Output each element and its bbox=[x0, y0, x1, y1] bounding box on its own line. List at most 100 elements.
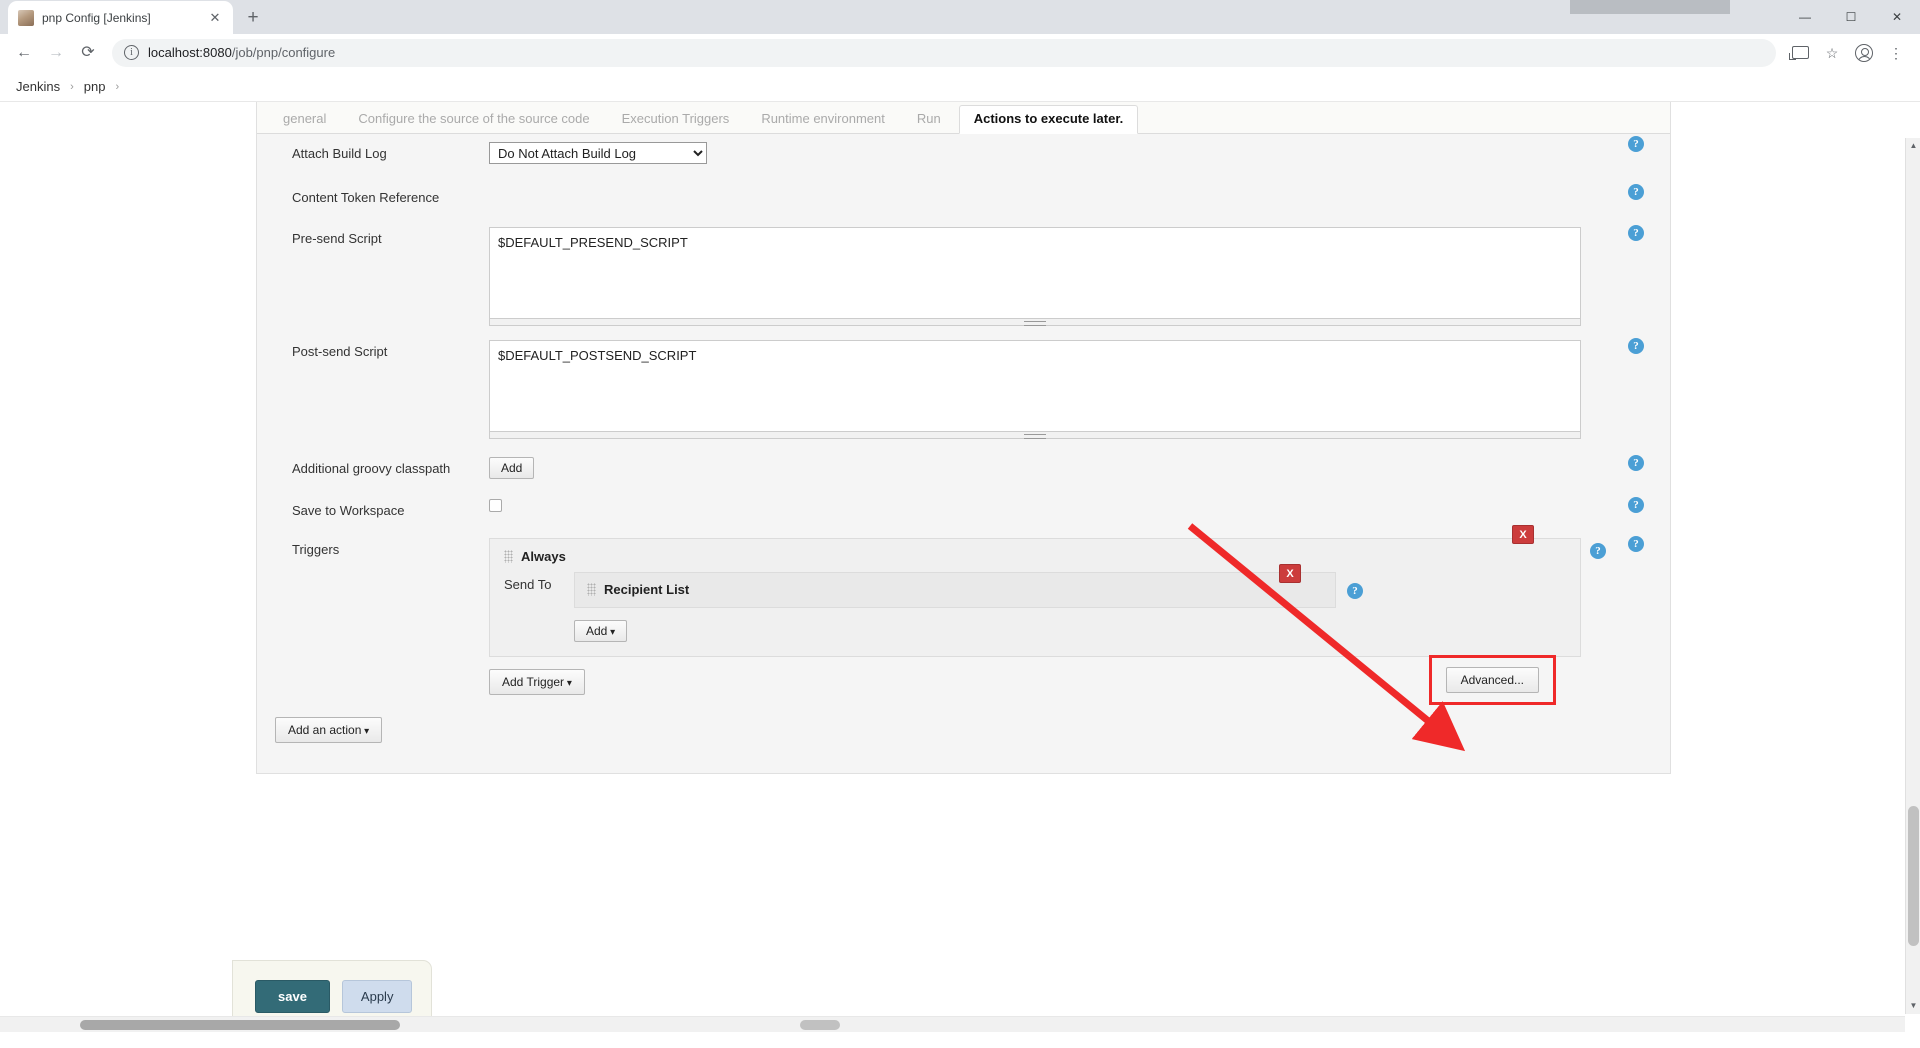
field-additional-groovy-classpath: Add ? bbox=[489, 455, 1670, 479]
remove-trigger-button[interactable]: X bbox=[1512, 525, 1534, 544]
back-button[interactable]: ← bbox=[10, 39, 38, 67]
horizontal-scrollbar-thumb[interactable] bbox=[80, 1020, 400, 1030]
config-tab-bar: general Configure the source of the sour… bbox=[257, 102, 1670, 134]
vertical-scrollbar[interactable]: ▲ ▼ bbox=[1905, 138, 1920, 1014]
post-send-script-textarea[interactable]: $DEFAULT_POSTSEND_SCRIPT bbox=[489, 340, 1581, 432]
trigger-block-always: Always X Send To Recipient List X ? Add … bbox=[489, 525, 1606, 705]
close-window-button[interactable]: ✕ bbox=[1874, 0, 1920, 34]
label-triggers: Triggers bbox=[292, 542, 340, 557]
pre-send-script-wrap: $DEFAULT_PRESEND_SCRIPT bbox=[489, 227, 1581, 326]
add-send-to-button[interactable]: Add bbox=[574, 620, 628, 642]
label-send-to: Send To bbox=[504, 577, 552, 592]
recipient-list-block: Recipient List X ? bbox=[574, 564, 1363, 608]
help-icon-post-send-script[interactable]: ? bbox=[1628, 338, 1644, 354]
trigger-title: Always bbox=[521, 549, 566, 564]
tab-configure-source[interactable]: Configure the source of the source code bbox=[344, 105, 603, 133]
pre-send-script-textarea[interactable]: $DEFAULT_PRESEND_SCRIPT bbox=[489, 227, 1581, 319]
row-attach-build-log: Attach Build Log Do Not Attach Build Log… bbox=[257, 134, 1670, 164]
address-bar[interactable]: i localhost:8080/job/pnp/configure bbox=[112, 38, 1776, 67]
jenkins-page: Jenkins › pnp › general Configure the so… bbox=[0, 72, 1920, 1032]
bookmark-star-icon[interactable]: ☆ bbox=[1818, 39, 1846, 67]
advanced-highlight-box: Advanced... bbox=[1428, 655, 1556, 705]
reload-button[interactable]: ⟳ bbox=[74, 39, 102, 67]
browser-menu-icon[interactable]: ⋮ bbox=[1882, 39, 1910, 67]
add-an-action-button[interactable]: Add an action bbox=[275, 717, 383, 743]
advanced-button[interactable]: Advanced... bbox=[1445, 667, 1539, 693]
recipient-drag-handle-icon[interactable] bbox=[587, 583, 596, 596]
row-additional-groovy-classpath: Additional groovy classpath Add ? bbox=[257, 439, 1670, 479]
url-host: localhost:8080 bbox=[148, 45, 232, 60]
help-icon-content-token-reference[interactable]: ? bbox=[1628, 184, 1644, 200]
row-post-send-script: Post-send Script $DEFAULT_POSTSEND_SCRIP… bbox=[257, 326, 1670, 439]
remove-recipient-button[interactable]: X bbox=[1279, 564, 1301, 583]
tab-execution-triggers[interactable]: Execution Triggers bbox=[608, 105, 744, 133]
tab-general[interactable]: general bbox=[269, 105, 340, 133]
help-icon-pre-send-script[interactable]: ? bbox=[1628, 225, 1644, 241]
toolbar-right-icons: ☆ ⋮ bbox=[1786, 39, 1910, 67]
config-panel: general Configure the source of the sour… bbox=[256, 102, 1671, 774]
maximize-button[interactable]: ☐ bbox=[1828, 0, 1874, 34]
minimize-button[interactable]: — bbox=[1782, 0, 1828, 34]
cast-icon[interactable] bbox=[1786, 39, 1814, 67]
add-trigger-button[interactable]: Add Trigger bbox=[489, 669, 585, 695]
horizontal-scrollbar-thumb-secondary[interactable] bbox=[800, 1020, 840, 1030]
site-info-icon[interactable]: i bbox=[124, 45, 139, 60]
label-pre-send-script: Pre-send Script bbox=[292, 231, 382, 246]
field-post-send-script: $DEFAULT_POSTSEND_SCRIPT ? bbox=[489, 338, 1670, 439]
breadcrumb-item-jenkins[interactable]: Jenkins bbox=[10, 79, 66, 94]
browser-tab[interactable]: pnp Config [Jenkins] ✕ bbox=[8, 1, 233, 34]
scroll-down-arrow-icon[interactable]: ▼ bbox=[1906, 998, 1920, 1014]
attach-build-log-select[interactable]: Do Not Attach Build Log bbox=[489, 142, 707, 164]
field-save-to-workspace: ? bbox=[489, 497, 1670, 517]
help-icon-save-to-workspace[interactable]: ? bbox=[1628, 497, 1644, 513]
label-content-token-reference: Content Token Reference bbox=[292, 190, 440, 205]
breadcrumb-separator-icon-2: › bbox=[115, 80, 120, 93]
help-icon-attach-build-log[interactable]: ? bbox=[1628, 136, 1644, 152]
row-content-token-reference: Content Token Reference ? bbox=[257, 164, 1670, 205]
breadcrumb-separator-icon: › bbox=[70, 80, 74, 93]
label-additional-groovy-classpath: Additional groovy classpath bbox=[292, 461, 451, 476]
row-pre-send-script: Pre-send Script $DEFAULT_PRESEND_SCRIPT … bbox=[257, 205, 1670, 326]
save-button[interactable]: save bbox=[255, 979, 330, 1013]
browser-window: pnp Config [Jenkins] ✕ + — ☐ ✕ ← → ⟳ i l… bbox=[0, 0, 1920, 1048]
scroll-up-arrow-icon[interactable]: ▲ bbox=[1906, 138, 1920, 154]
label-attach-build-log: Attach Build Log bbox=[292, 146, 387, 161]
tab-favicon-icon bbox=[18, 9, 34, 26]
send-to-row: Send To Recipient List X ? bbox=[490, 564, 1580, 608]
save-to-workspace-checkbox[interactable] bbox=[489, 499, 502, 512]
pre-send-script-resize-handle[interactable] bbox=[489, 319, 1581, 326]
add-groovy-classpath-button[interactable]: Add bbox=[489, 457, 535, 479]
url-path: /job/pnp/configure bbox=[231, 45, 336, 60]
forward-button[interactable]: → bbox=[42, 39, 70, 67]
vertical-scrollbar-thumb[interactable] bbox=[1908, 806, 1919, 946]
breadcrumb: Jenkins › pnp › bbox=[0, 72, 1920, 102]
drag-handle-icon[interactable] bbox=[504, 550, 513, 563]
profile-avatar-icon[interactable] bbox=[1850, 39, 1878, 67]
trigger-header: Always X bbox=[490, 525, 1580, 572]
help-icon-additional-groovy-classpath[interactable]: ? bbox=[1628, 455, 1644, 471]
tab-close-icon[interactable]: ✕ bbox=[207, 11, 223, 24]
field-attach-build-log: Do Not Attach Build Log ? bbox=[489, 136, 1670, 164]
browser-tab-strip: pnp Config [Jenkins] ✕ + — ☐ ✕ bbox=[0, 0, 1920, 34]
apply-button[interactable]: Apply bbox=[341, 979, 413, 1013]
breadcrumb-item-pnp[interactable]: pnp bbox=[78, 79, 112, 94]
window-drag-strip bbox=[1570, 0, 1730, 14]
post-send-script-resize-handle[interactable] bbox=[489, 432, 1581, 439]
horizontal-scrollbar[interactable] bbox=[0, 1016, 1905, 1032]
tab-actions-to-execute-later[interactable]: Actions to execute later. bbox=[958, 105, 1139, 134]
window-controls: — ☐ ✕ bbox=[1782, 0, 1920, 34]
tab-title: pnp Config [Jenkins] bbox=[42, 10, 151, 25]
post-send-script-wrap: $DEFAULT_POSTSEND_SCRIPT bbox=[489, 340, 1581, 439]
help-icon-trigger[interactable]: ? bbox=[1590, 543, 1606, 559]
help-icon-recipient-list[interactable]: ? bbox=[1347, 583, 1363, 599]
row-triggers: Triggers Always X Send To Recipient List… bbox=[257, 518, 1670, 705]
tab-runtime-environment[interactable]: Runtime environment bbox=[747, 105, 899, 133]
row-save-to-workspace: Save to Workspace ? bbox=[257, 479, 1670, 518]
new-tab-button[interactable]: + bbox=[239, 3, 267, 31]
tab-run[interactable]: Run bbox=[903, 105, 955, 133]
field-triggers: Always X Send To Recipient List X ? Add … bbox=[489, 525, 1670, 705]
help-icon-triggers[interactable]: ? bbox=[1628, 536, 1644, 552]
label-post-send-script: Post-send Script bbox=[292, 344, 388, 359]
label-save-to-workspace: Save to Workspace bbox=[292, 503, 405, 518]
address-bar-url: localhost:8080/job/pnp/configure bbox=[148, 45, 335, 60]
